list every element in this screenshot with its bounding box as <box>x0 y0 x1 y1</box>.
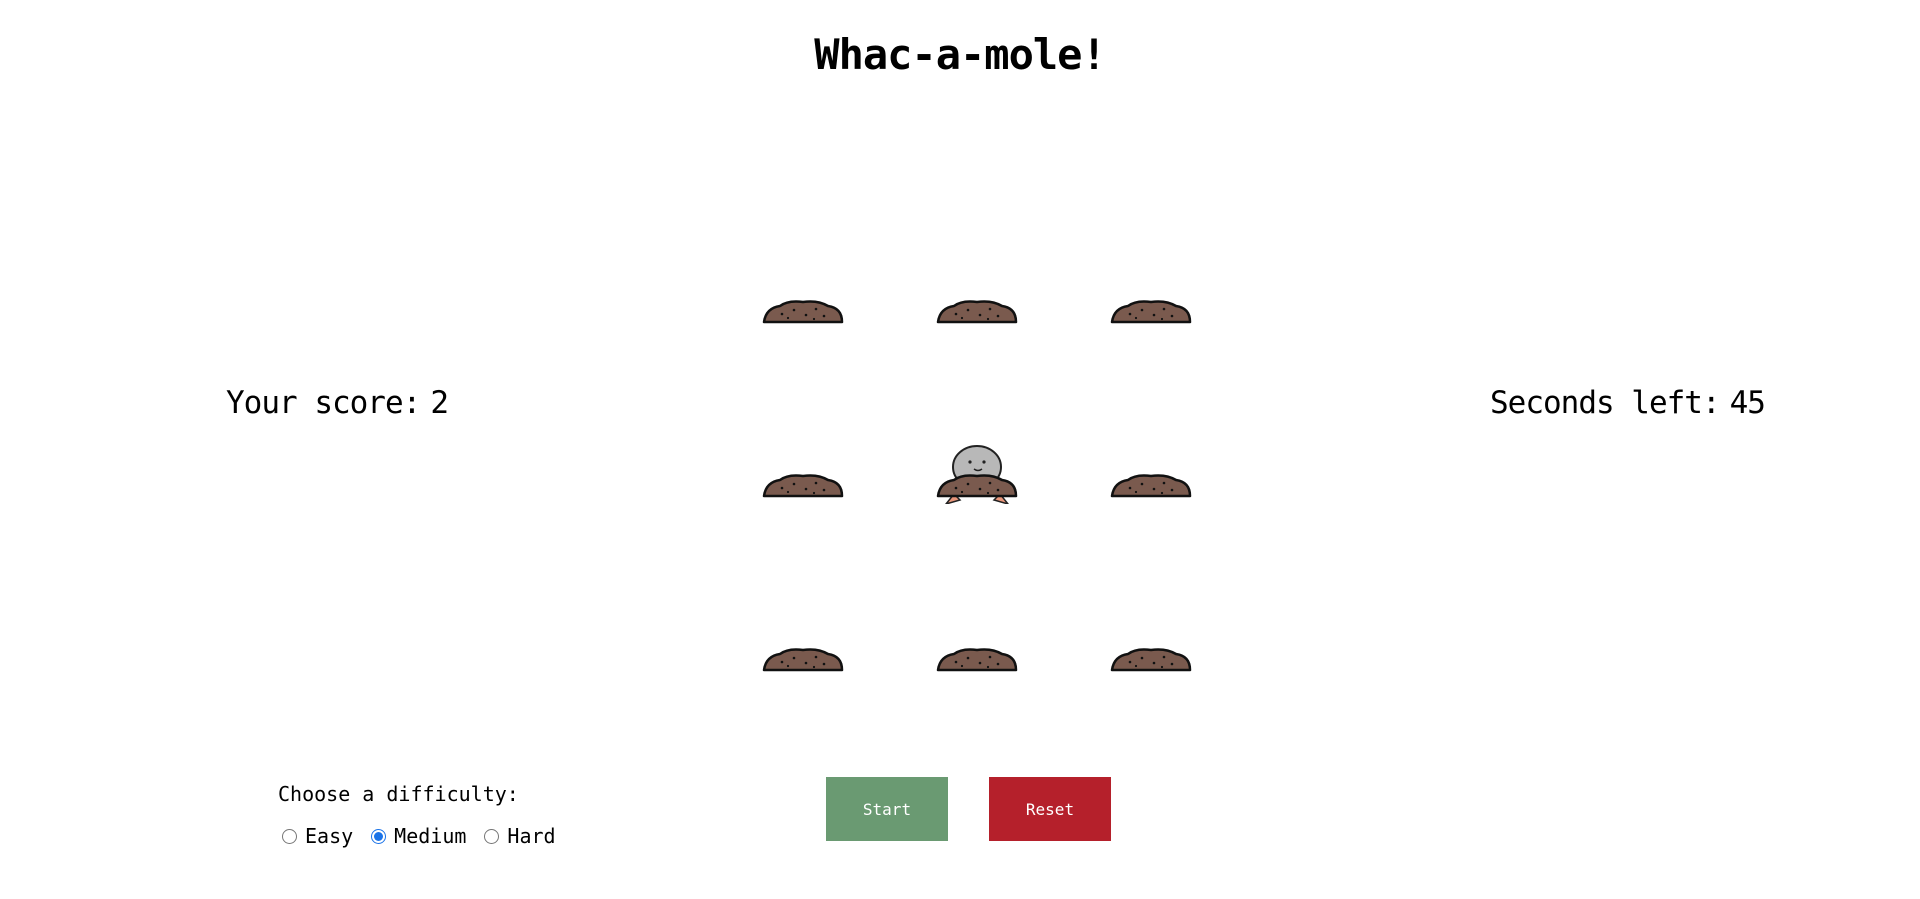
difficulty-option-medium[interactable]: Medium <box>367 824 466 848</box>
dirt-mound-icon <box>936 648 1018 672</box>
mole-hole[interactable] <box>1106 220 1196 330</box>
mole-hole[interactable] <box>1106 568 1196 678</box>
difficulty-option-label: Easy <box>305 824 354 848</box>
dirt-mound-icon <box>1110 474 1192 498</box>
mole-hole[interactable] <box>932 220 1022 330</box>
mole-grid <box>730 200 1250 720</box>
difficulty-radio-hard[interactable] <box>484 828 500 844</box>
timer-label: Seconds left: <box>1490 385 1721 421</box>
dirt-mound-icon <box>936 474 1018 498</box>
mole-hole[interactable] <box>1106 394 1196 504</box>
mole-hole[interactable] <box>932 568 1022 678</box>
score-label: Your score: <box>226 385 421 421</box>
difficulty-option-label: Hard <box>507 824 556 848</box>
dirt-mound-icon <box>762 474 844 498</box>
mole-hole[interactable] <box>758 220 848 330</box>
dirt-mound-icon <box>1110 300 1192 324</box>
mole-hole[interactable] <box>758 394 848 504</box>
difficulty-radio-easy[interactable] <box>282 828 297 844</box>
page-title: Whac-a-mole! <box>814 30 1106 79</box>
start-button[interactable]: Start <box>826 777 948 841</box>
difficulty-options: Easy Medium Hard <box>278 824 570 848</box>
dirt-mound-icon <box>762 300 844 324</box>
difficulty-selector: Choose a difficulty: Easy Medium Hard <box>278 782 570 848</box>
timer-value: 45 <box>1729 385 1766 421</box>
reset-button[interactable]: Reset <box>989 777 1111 841</box>
game-page: Whac-a-mole! Your score: 2 Seconds left: 4… <box>0 0 1920 899</box>
dirt-mound-icon <box>1110 648 1192 672</box>
mole-hole[interactable] <box>932 394 1022 504</box>
difficulty-option-hard[interactable]: Hard <box>480 824 556 848</box>
difficulty-radio-medium[interactable] <box>371 828 387 844</box>
difficulty-option-label: Medium <box>394 824 467 848</box>
score-display: Your score: 2 <box>226 385 449 421</box>
dirt-mound-icon <box>762 648 844 672</box>
difficulty-label: Choose a difficulty: <box>278 782 519 806</box>
difficulty-option-easy[interactable]: Easy <box>278 824 353 848</box>
dirt-mound-icon <box>936 300 1018 324</box>
mole-hole[interactable] <box>758 568 848 678</box>
score-value: 2 <box>430 385 449 421</box>
timer-display: Seconds left: 45 <box>1490 385 1766 421</box>
